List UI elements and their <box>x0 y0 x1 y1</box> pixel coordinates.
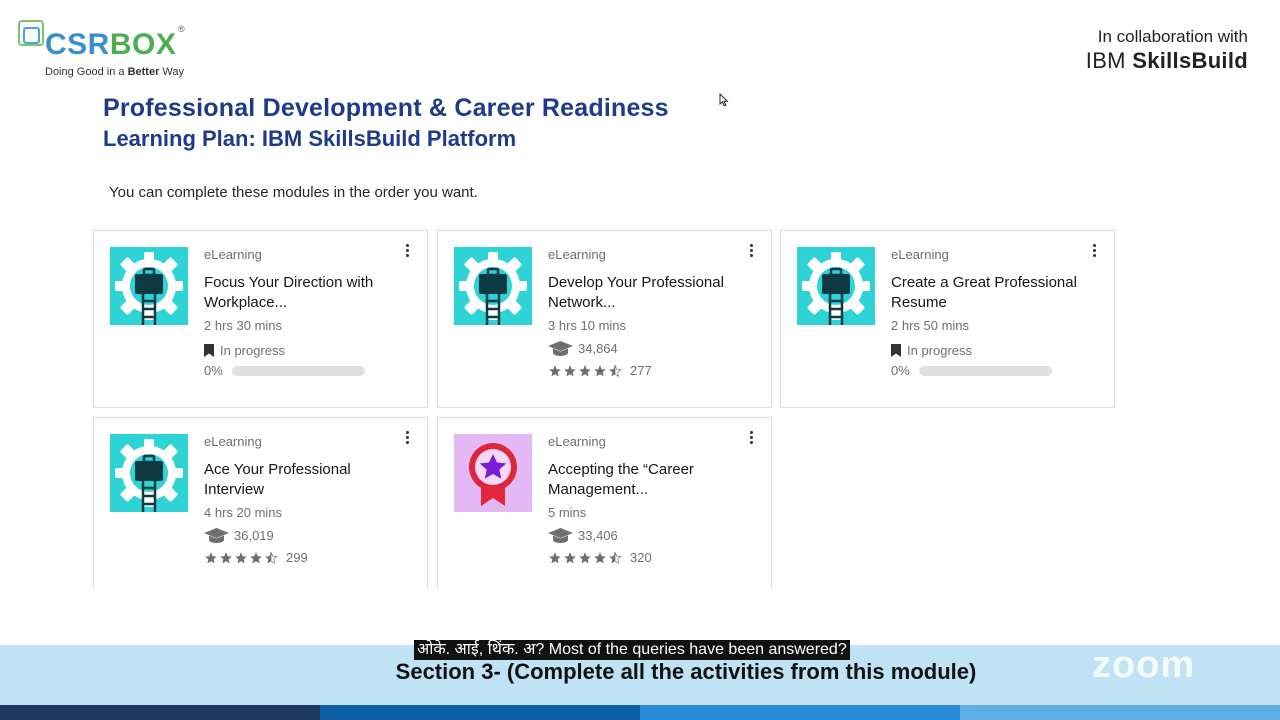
progress-bar <box>231 365 365 376</box>
color-strip <box>0 705 1280 720</box>
card-title[interactable]: Focus Your Direction with Workplace... <box>204 273 404 312</box>
star-rating <box>548 364 622 378</box>
card-duration: 2 hrs 50 mins <box>891 318 970 333</box>
star-icon <box>204 551 218 565</box>
overflow-menu-icon[interactable] <box>402 430 412 446</box>
card-title[interactable]: Accepting the “Career Management... <box>548 460 748 499</box>
overflow-menu-icon[interactable] <box>746 430 756 446</box>
star-icon <box>234 551 248 565</box>
module-card[interactable]: eLearning Develop Your Professional Netw… <box>437 230 772 408</box>
star-badge-icon <box>454 434 532 512</box>
review-count: 299 <box>286 550 308 565</box>
strip-segment <box>640 705 960 720</box>
star-icon <box>219 551 233 565</box>
star-icon <box>548 551 562 565</box>
half-star-icon <box>608 551 622 565</box>
star-rating <box>548 551 622 565</box>
card-learners: 34,864 <box>548 341 618 356</box>
card-status: In progress <box>891 343 972 358</box>
card-duration: 5 mins <box>548 505 587 520</box>
logo-tagline: Doing Good in a Better Way <box>45 66 185 78</box>
module-card[interactable]: eLearning Ace Your Professional Intervie… <box>93 417 428 589</box>
card-title[interactable]: Ace Your Professional Interview <box>204 460 404 499</box>
star-icon <box>249 551 263 565</box>
star-icon <box>578 551 592 565</box>
registered-mark: ® <box>178 24 185 34</box>
card-duration: 3 hrs 10 mins <box>548 318 627 333</box>
card-progress: 0% <box>204 363 365 378</box>
card-duration: 2 hrs 30 mins <box>204 318 283 333</box>
card-duration: 4 hrs 20 mins <box>204 505 283 520</box>
module-card[interactable]: eLearning Focus Your Direction with Work… <box>93 230 428 408</box>
review-count: 320 <box>630 550 652 565</box>
star-icon <box>563 551 577 565</box>
progress-bar <box>918 365 1052 376</box>
ibm-skillsbuild-wordmark: IBM SkillsBuild <box>1085 48 1248 73</box>
module-card[interactable]: eLearning Accepting the “Career Manageme… <box>437 417 772 589</box>
strip-segment <box>0 705 320 720</box>
progress-label: 0% <box>204 363 223 378</box>
star-icon <box>593 551 607 565</box>
card-learners: 33,406 <box>548 528 618 543</box>
card-rating: 320 <box>548 550 652 565</box>
strip-segment <box>960 705 1280 720</box>
strip-segment <box>320 705 640 720</box>
card-title[interactable]: Create a Great Professional Resume <box>891 273 1091 312</box>
overflow-menu-icon[interactable] <box>402 243 412 259</box>
review-count: 277 <box>630 363 652 378</box>
half-star-icon <box>264 551 278 565</box>
bookmark-icon <box>204 344 214 357</box>
card-type: eLearning <box>548 247 606 262</box>
card-status: In progress <box>204 343 285 358</box>
page-subtitle: Learning Plan: IBM SkillsBuild Platform <box>103 126 517 151</box>
bookmark-icon <box>891 344 901 357</box>
live-caption: ओके. आई, थिंक. अ? Most of the queries ha… <box>414 640 850 660</box>
briefcase-gear-icon <box>110 434 188 512</box>
card-title[interactable]: Develop Your Professional Network... <box>548 273 748 312</box>
progress-label: 0% <box>891 363 910 378</box>
mouse-cursor-icon <box>719 93 729 107</box>
briefcase-gear-icon <box>797 247 875 325</box>
module-card[interactable]: eLearning Create a Great Professional Re… <box>780 230 1115 408</box>
page-title: Professional Development & Career Readin… <box>103 94 669 122</box>
card-type: eLearning <box>204 434 262 449</box>
collab-text: In collaboration with <box>1097 27 1248 46</box>
star-icon <box>548 364 562 378</box>
learners-count: 34,864 <box>578 341 618 356</box>
overflow-menu-icon[interactable] <box>1089 243 1099 259</box>
graduation-cap-icon <box>548 341 573 356</box>
star-icon <box>563 364 577 378</box>
graduation-cap-icon <box>204 528 229 543</box>
star-icon <box>593 364 607 378</box>
csrbox-logo: CSRBOX ® Doing Good in a Better Way <box>16 18 196 82</box>
card-type: eLearning <box>204 247 262 262</box>
ibm-collaboration-logo: In collaboration with IBM SkillsBuild <box>1086 26 1248 74</box>
section-banner: Section 3- (Complete all the activities … <box>395 659 977 684</box>
card-progress: 0% <box>891 363 1052 378</box>
overflow-menu-icon[interactable] <box>746 243 756 259</box>
intro-text: You can complete these modules in the or… <box>109 184 478 201</box>
half-star-icon <box>608 364 622 378</box>
learners-count: 33,406 <box>578 528 618 543</box>
card-type: eLearning <box>891 247 949 262</box>
briefcase-gear-icon <box>110 247 188 325</box>
status-label: In progress <box>220 343 286 358</box>
learners-count: 36,019 <box>234 528 274 543</box>
star-icon <box>578 364 592 378</box>
graduation-cap-icon <box>548 528 573 543</box>
card-rating: 277 <box>548 363 652 378</box>
card-learners: 36,019 <box>204 528 274 543</box>
status-label: In progress <box>907 343 973 358</box>
card-type: eLearning <box>548 434 606 449</box>
briefcase-gear-icon <box>454 247 532 325</box>
card-rating: 299 <box>204 550 308 565</box>
star-rating <box>204 551 278 565</box>
logo-wordmark: CSRBOX <box>45 28 177 61</box>
